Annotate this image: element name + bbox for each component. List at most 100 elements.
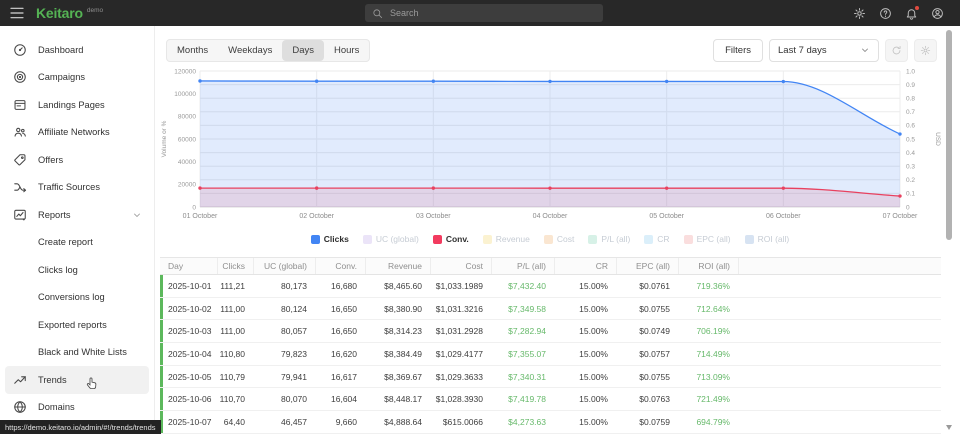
svg-text:40000: 40000 (178, 159, 196, 166)
table-row: 2025-10-06110,7080,07016,604$8,448.17$1,… (160, 388, 941, 411)
tag-icon (13, 153, 27, 167)
cell-day: 2025-10-04 (160, 343, 217, 365)
column-header-cost[interactable]: Cost (430, 258, 491, 274)
cell-roi-all-: 706.19% (678, 320, 738, 342)
date-range-value: Last 7 days (778, 45, 827, 56)
legend-item-p-l-all-[interactable]: P/L (all) (588, 234, 630, 244)
chart-settings-button[interactable] (914, 39, 937, 62)
legend-item-roi-all-[interactable]: ROI (all) (745, 234, 790, 244)
search-input[interactable] (365, 4, 603, 22)
cell-clicks: 110,80 (217, 343, 253, 365)
sidebar-item-reports[interactable]: Reports (0, 201, 154, 229)
legend-item-uc-global-[interactable]: UC (global) (363, 234, 419, 244)
cell-day: 2025-10-02 (160, 298, 217, 320)
sidebar-item-label: Trends (38, 375, 149, 385)
app-logo[interactable]: Keitaro (36, 5, 83, 21)
cell-uc-global-: 46,457 (253, 411, 315, 433)
sidebar-item-clicks-log[interactable]: Clicks log (0, 256, 154, 284)
table-row: 2025-10-05110,7979,94116,617$8,369.67$1,… (160, 366, 941, 389)
cell-uc-global-: 80,057 (253, 320, 315, 342)
svg-text:Volume or %: Volume or % (161, 120, 168, 157)
tab-days[interactable]: Days (282, 40, 324, 61)
legend-item-revenue[interactable]: Revenue (483, 234, 530, 244)
cell-epc-all-: $0.0755 (616, 366, 678, 388)
period-tabs: MonthsWeekdaysDaysHours (166, 39, 370, 62)
notification-dot (915, 6, 919, 10)
sidebar-item-black-and-white-lists[interactable]: Black and White Lists (0, 339, 154, 367)
legend-label: Clicks (324, 234, 349, 244)
column-header-epc-all-[interactable]: EPC (all) (616, 258, 678, 274)
legend-item-cost[interactable]: Cost (544, 234, 574, 244)
date-range-select[interactable]: Last 7 days (769, 39, 879, 62)
gear-icon[interactable] (853, 7, 866, 20)
main-content: MonthsWeekdaysDaysHours Filters Last 7 d… (155, 26, 945, 434)
cell-clicks: 110,70 (217, 388, 253, 410)
legend-item-epc-all-[interactable]: EPC (all) (684, 234, 731, 244)
table-row: 2025-10-02111,0080,12416,650$8,380.90$1,… (160, 298, 941, 321)
sidebar: DashboardCampaignsLandings PagesAffiliat… (0, 26, 155, 434)
cell-day: 2025-10-05 (160, 366, 217, 388)
menu-icon[interactable] (9, 5, 25, 21)
trends-table: DayClicksUC (global)Conv.RevenueCostP/L … (160, 257, 941, 434)
status-url: https://demo.keitaro.io/admin/#!/trends/… (0, 420, 161, 434)
column-header-roi-all-[interactable]: ROI (all) (678, 258, 738, 274)
svg-text:0.5: 0.5 (906, 136, 915, 143)
bell-icon[interactable] (905, 7, 918, 20)
account-icon[interactable] (931, 7, 944, 20)
cell-conv-: 16,620 (315, 343, 365, 365)
svg-text:1.0: 1.0 (906, 68, 915, 75)
legend-label: UC (global) (376, 234, 419, 244)
logo-demo-badge: demo (87, 7, 103, 14)
cell-conv-: 16,650 (315, 320, 365, 342)
svg-text:120000: 120000 (174, 68, 196, 75)
legend-item-cr[interactable]: CR (644, 234, 669, 244)
sidebar-item-affiliate-networks[interactable]: Affiliate Networks (0, 119, 154, 147)
sidebar-item-exported-reports[interactable]: Exported reports (0, 311, 154, 339)
cell-clicks: 110,79 (217, 366, 253, 388)
column-header-day[interactable]: Day (160, 258, 217, 274)
sidebar-item-landings-pages[interactable]: Landings Pages (0, 91, 154, 119)
cell-cost: $1,029.3633 (430, 366, 491, 388)
tab-weekdays[interactable]: Weekdays (218, 40, 282, 61)
legend-item-clicks[interactable]: Clicks (311, 234, 349, 244)
cell-conv-: 16,617 (315, 366, 365, 388)
cell-cost: $1,033.1989 (430, 275, 491, 297)
sidebar-item-offers[interactable]: Offers (0, 146, 154, 174)
legend-label: Cost (557, 234, 574, 244)
svg-text:0.6: 0.6 (906, 123, 915, 130)
report-icon (13, 208, 27, 222)
trend-icon (13, 373, 27, 387)
legend-item-conv-[interactable]: Conv. (433, 234, 469, 244)
cell-uc-global-: 80,070 (253, 388, 315, 410)
legend-swatch (544, 235, 553, 244)
column-header-p-l-all-[interactable]: P/L (all) (491, 258, 554, 274)
column-header-conv-[interactable]: Conv. (315, 258, 365, 274)
cell-day: 2025-10-03 (160, 320, 217, 342)
column-header-revenue[interactable]: Revenue (365, 258, 430, 274)
column-header-uc-global-[interactable]: UC (global) (253, 258, 315, 274)
sidebar-item-create-report[interactable]: Create report (0, 229, 154, 257)
help-icon[interactable] (879, 7, 892, 20)
svg-text:0: 0 (192, 204, 196, 211)
sidebar-item-traffic-sources[interactable]: Traffic Sources (0, 174, 154, 202)
sidebar-item-domains[interactable]: Domains (0, 394, 154, 422)
refresh-button[interactable] (885, 39, 908, 62)
tab-months[interactable]: Months (167, 40, 218, 61)
target-icon (13, 70, 27, 84)
sidebar-item-conversions-log[interactable]: Conversions log (0, 284, 154, 312)
sidebar-item-dashboard[interactable]: Dashboard (0, 36, 154, 64)
filters-button[interactable]: Filters (713, 39, 763, 62)
legend-swatch (684, 235, 693, 244)
legend-label: ROI (all) (758, 234, 790, 244)
column-header-cr[interactable]: CR (554, 258, 616, 274)
scrollbar-down-arrow[interactable] (946, 425, 952, 430)
sidebar-item-campaigns[interactable]: Campaigns (0, 64, 154, 92)
sidebar-item-trends[interactable]: Trends (5, 366, 149, 394)
legend-label: CR (657, 234, 669, 244)
scrollbar-thumb[interactable] (946, 30, 952, 240)
column-header-clicks[interactable]: Clicks (217, 258, 253, 274)
legend-swatch (745, 235, 754, 244)
svg-text:04 October: 04 October (533, 213, 568, 220)
tab-hours[interactable]: Hours (324, 40, 369, 61)
cell-p-l-all-: $7,349.58 (491, 298, 554, 320)
